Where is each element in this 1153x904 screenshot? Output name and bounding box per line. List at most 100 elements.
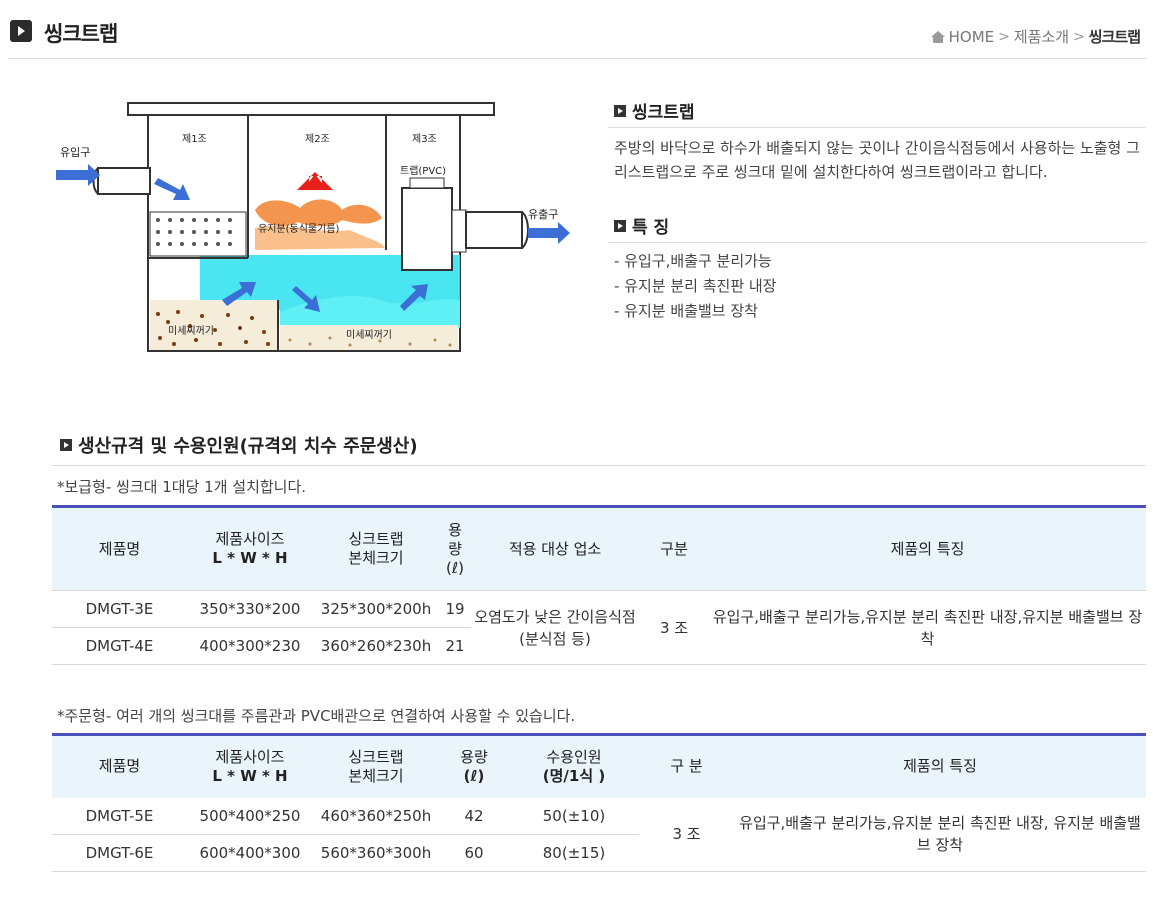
col-header-division: 구 분 (639, 734, 734, 798)
diagram-grease-label: 유지분(동식물기름) (258, 223, 340, 235)
col-header-body: 싱크트랩 본체크기 (313, 734, 439, 798)
breadcrumb: HOME > 제품소개 > 씽크트랩 (930, 26, 1141, 47)
col-header-name: 제품명 (52, 506, 187, 591)
type2-note-label: *주문형 (57, 707, 106, 725)
col-header-capacity-line2: 량 (448, 539, 462, 558)
list-item: - 유지분 분리 촉진판 내장 (614, 277, 777, 295)
diagram-tank2-label: 제2조 (305, 133, 330, 145)
col-header-capacity: 용량(ℓ) (439, 506, 471, 591)
cell-product-size: 500*400*250 (187, 797, 313, 835)
col-header-body: 싱크트랩 본체크기 (313, 506, 439, 591)
diagram-tank3-label: 제3조 (412, 133, 437, 145)
cell-division: 3 조 (639, 590, 709, 665)
col-header-people: 수용인원 (명/1식 ) (509, 734, 639, 798)
type1-note: *보급형- 씽크대 1대당 1개 설치합니다. (57, 476, 306, 497)
col-header-size-line2: L * W * H (212, 766, 288, 785)
type1-spec-table: 제품명 제품사이즈 L * W * H 싱크트랩 본체크기 용 량 (ℓ) 적용 대상 … (52, 505, 1146, 665)
col-header-size-line1: 제품사이즈 (215, 530, 285, 548)
spec-title: 생산규격 및 수용인원(규격외 치수 주문생산) (78, 435, 418, 457)
col-header-capacity-line3: (ℓ) (446, 558, 464, 577)
list-item: - 유지분 배출밸브 장착 (614, 302, 758, 320)
type2-note-text: - 여러 개의 씽크대를 주름관과 PVC배관으로 연결하여 사용할 수 있습니… (105, 707, 576, 725)
chevron-right-icon: > (998, 28, 1010, 45)
col-header-body-line2: 본체크기 (348, 549, 404, 567)
diagram-tank1-label: 제1조 (182, 133, 207, 145)
intro-heading: 씽크트랩 (608, 94, 1146, 128)
col-header-body-line1: 싱크트랩 (348, 530, 404, 548)
cell-capacity: 21 (439, 627, 471, 665)
col-header-feature: 제품의 특징 (734, 734, 1146, 798)
cell-body-size: 460*360*250h (313, 797, 439, 835)
col-header-people-line2: (명/1식 ) (542, 766, 606, 785)
cell-capacity: 42 (439, 797, 509, 835)
title-arrow-icon (10, 20, 32, 42)
features-heading: 특 징 (608, 209, 1146, 243)
cell-product-name: DMGT-5E (52, 797, 187, 835)
col-header-size-line2: L * W * H (212, 549, 288, 567)
table-row: DMGT-3E 350*330*200 325*300*200h 19 오염도가… (52, 590, 1146, 665)
diagram-inlet-label: 유입구 (60, 146, 90, 159)
cell-feature: 유입구,배출구 분리가능,유지분 분리 촉진판 내장, 유지분 배출밸브 장착 (734, 797, 1146, 872)
cell-target: 오염도가 낮은 간이음식점(분식점 등) (471, 590, 639, 665)
col-header-capacity: 용량(ℓ) (439, 734, 509, 798)
section-arrow-icon (614, 104, 626, 117)
type1-note-text: - 씽크대 1대당 1개 설치합니다. (105, 478, 307, 496)
col-header-capacity-line2: (ℓ) (463, 766, 485, 785)
col-header-size: 제품사이즈 L * W * H (187, 734, 313, 798)
chevron-right-icon: > (1073, 28, 1085, 45)
page-header: 씽크트랩 HOME > 제품소개 > 씽크트랩 (8, 12, 1146, 59)
features-list: - 유입구,배출구 분리가능 - 유지분 분리 촉진판 내장 - 유지분 배출밸… (608, 243, 1146, 324)
home-icon[interactable] (930, 30, 945, 43)
cell-product-size: 350*330*200 (187, 590, 313, 628)
cell-people: 50(±10) (509, 797, 639, 835)
col-header-people-line1: 수용인원 (546, 747, 602, 766)
col-header-name: 제품명 (52, 734, 187, 798)
col-header-feature: 제품의 특징 (709, 506, 1146, 591)
intro-description: 주방의 바닥으로 하수가 배출되지 않는 곳이나 간이음식점등에서 사용하는 노… (614, 139, 1140, 181)
col-header-capacity-line1: 용량 (460, 747, 488, 766)
cell-division: 3 조 (639, 797, 734, 872)
cell-product-size: 400*300*230 (187, 627, 313, 665)
diagram-sediment2-label: 미세찌꺼기 (346, 329, 392, 341)
cell-feature: 유입구,배출구 분리가능,유지분 분리 촉진판 내장,유지분 배출밸브 장착 (709, 590, 1146, 665)
col-header-division: 구분 (639, 506, 709, 591)
cell-body-size: 560*360*300h (313, 834, 439, 872)
table-header-row: 제품명 제품사이즈 L * W * H 싱크트랩 본체크기 용 량 (ℓ) 적용 대상 … (52, 506, 1146, 591)
type2-spec-table: 제품명 제품사이즈 L * W * H 싱크트랩 본체크기 용량 (ℓ) 수용인원 (명… (52, 733, 1146, 872)
breadcrumb-category[interactable]: 제품소개 (1014, 26, 1069, 47)
diagram-trap-label: 트랩(PVC) (400, 165, 446, 177)
cell-capacity: 60 (439, 834, 509, 872)
sink-trap-diagram-svg: 유입구 유출구 제1조 제2조 제3조 트랩(PVC) 유지분(동식물기름) 미… (56, 102, 570, 352)
col-header-size: 제품사이즈 L * W * H (187, 506, 313, 591)
table-row: DMGT-5E 500*400*250 460*360*250h 42 50(±… (52, 797, 1146, 872)
col-header-body-line1: 싱크트랩 (348, 747, 404, 766)
breadcrumb-current: 씽크트랩 (1088, 28, 1141, 46)
cell-product-name: DMGT-4E (52, 627, 187, 665)
col-header-capacity-line1: 용 (448, 520, 462, 539)
cell-body-size: 360*260*230h (313, 627, 439, 665)
diagram-sediment1-label: 미세찌꺼기 (168, 325, 214, 337)
section-arrow-icon (60, 438, 72, 451)
list-item: - 유입구,배출구 분리가능 (614, 252, 772, 270)
diagram-outlet-label: 유출구 (528, 208, 558, 221)
col-header-target: 적용 대상 업소 (471, 506, 639, 591)
table-header-row: 제품명 제품사이즈 L * W * H 싱크트랩 본체크기 용량 (ℓ) 수용인원 (명… (52, 734, 1146, 798)
cell-product-name: DMGT-3E (52, 590, 187, 628)
col-header-body-line2: 본체크기 (348, 766, 404, 785)
intro-title: 씽크트랩 (632, 103, 695, 123)
type1-note-label: *보급형 (57, 478, 106, 496)
section-arrow-icon (614, 219, 626, 232)
cell-capacity: 19 (439, 590, 471, 628)
type2-note: *주문형- 여러 개의 씽크대를 주름관과 PVC배관으로 연결하여 사용할 수… (57, 705, 575, 726)
spec-heading: 생산규격 및 수용인원(규격외 치수 주문생산) (52, 424, 1146, 466)
col-header-size-line1: 제품사이즈 (215, 747, 285, 766)
intro-section: 씽크트랩 주방의 바닥으로 하수가 배출되지 않는 곳이나 간이음식점등에서 사… (608, 94, 1146, 324)
features-title: 특 징 (632, 218, 670, 238)
cell-product-size: 600*400*300 (187, 834, 313, 872)
cell-body-size: 325*300*200h (313, 590, 439, 628)
sink-trap-diagram: 유입구 유출구 제1조 제2조 제3조 트랩(PVC) 유지분(동식물기름) 미… (50, 100, 590, 362)
cell-people: 80(±15) (509, 834, 639, 872)
cell-product-name: DMGT-6E (52, 834, 187, 872)
page-title: 씽크트랩 (44, 22, 118, 46)
breadcrumb-home[interactable]: HOME (949, 28, 995, 46)
